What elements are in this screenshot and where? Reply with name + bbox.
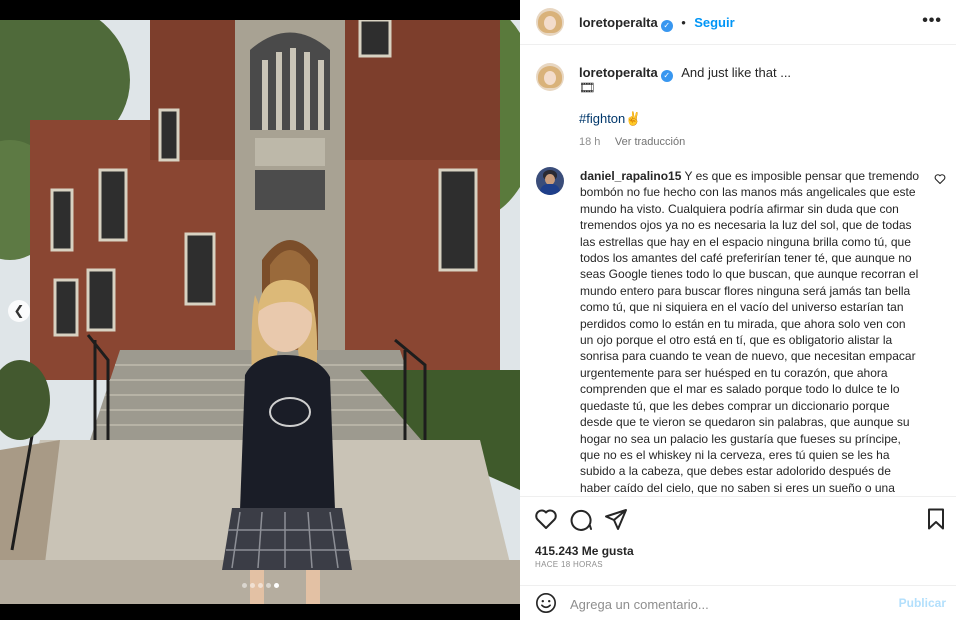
- commenter-avatar[interactable]: [536, 167, 564, 195]
- separator-dot: •: [681, 15, 686, 30]
- carousel-dot[interactable]: [257, 583, 263, 588]
- film-emoji-icon: 🎞: [579, 80, 596, 95]
- comment-input[interactable]: [570, 594, 890, 614]
- post-actions: 415.243 Me gusta HACE 18 HORAS Publicar: [520, 496, 956, 620]
- comment-bubble-icon[interactable]: [569, 507, 593, 531]
- author-username[interactable]: loretoperalta: [579, 15, 658, 30]
- save-bookmark-icon[interactable]: [924, 507, 948, 531]
- post-media-pane: ❮: [0, 0, 520, 620]
- carousel-indicator: [0, 583, 520, 588]
- like-heart-icon[interactable]: [534, 507, 558, 531]
- post-photo[interactable]: [0, 20, 520, 604]
- caption-author-avatar[interactable]: [536, 63, 564, 91]
- author-avatar[interactable]: [536, 8, 564, 36]
- carousel-dot[interactable]: [265, 583, 271, 588]
- hashtag-link[interactable]: #fighton✌: [579, 111, 641, 127]
- caption-author-username[interactable]: loretoperalta: [579, 65, 658, 80]
- more-options-icon[interactable]: •••: [922, 12, 942, 30]
- carousel-prev-button[interactable]: ❮: [8, 300, 30, 322]
- carousel-dot[interactable]: [249, 583, 255, 588]
- verified-badge-icon: ✓: [660, 70, 673, 82]
- post-details-panel: loretoperalta ✓ • Seguir ••• loretoperalt…: [520, 0, 956, 620]
- comment-text: Y es que es imposible pensar que tremend…: [580, 169, 920, 494]
- author-line: loretoperalta ✓ • Seguir: [579, 14, 735, 32]
- commenter-username[interactable]: daniel_rapalino15: [580, 169, 681, 183]
- comment-composer: Publicar: [520, 585, 956, 620]
- carousel-dot[interactable]: [241, 583, 247, 588]
- emoji-picker-icon[interactable]: [535, 592, 557, 614]
- verified-badge-icon: ✓: [660, 20, 673, 32]
- caption-meta: 18 h Ver traducción: [579, 132, 685, 150]
- comment-like-heart-icon[interactable]: [934, 173, 946, 185]
- publish-button[interactable]: Publicar: [899, 596, 946, 610]
- caption-age: 18 h: [579, 136, 601, 148]
- caption: loretoperalta ✓ And just like that ...: [579, 64, 939, 82]
- follow-button[interactable]: Seguir: [694, 15, 734, 30]
- carousel-dot[interactable]: [273, 583, 279, 588]
- comment: daniel_rapalino15 Y es que es imposible …: [580, 168, 920, 494]
- translate-link[interactable]: Ver traducción: [615, 136, 685, 148]
- likes-count[interactable]: 415.243 Me gusta: [535, 544, 634, 558]
- photo-illustration: [0, 20, 520, 604]
- post-header: loretoperalta ✓ • Seguir •••: [520, 0, 956, 45]
- post-timestamp: HACE 18 HORAS: [535, 560, 603, 569]
- share-paper-plane-icon[interactable]: [604, 507, 628, 531]
- caption-text: And just like that ...: [681, 65, 792, 80]
